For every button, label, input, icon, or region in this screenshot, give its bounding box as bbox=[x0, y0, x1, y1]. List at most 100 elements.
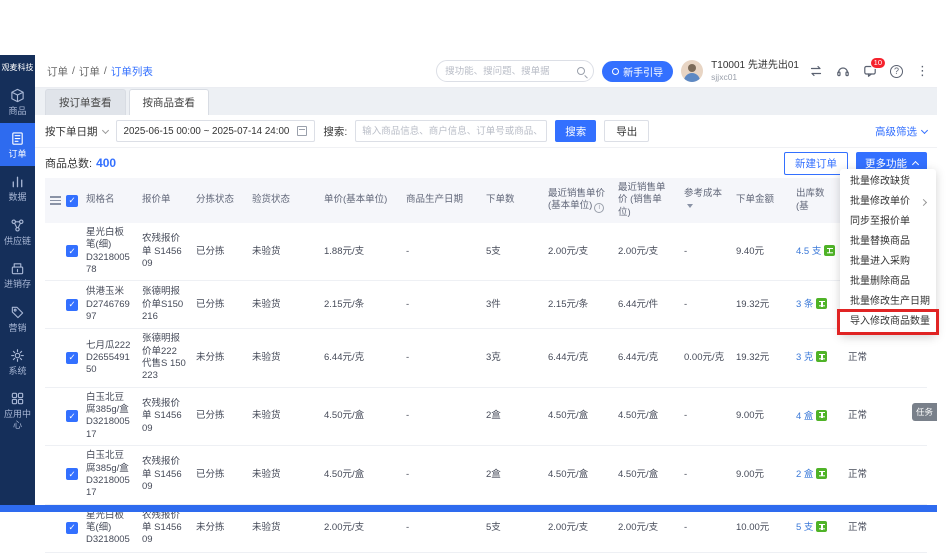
export-button[interactable]: 导出 bbox=[604, 120, 649, 142]
production-date: - bbox=[406, 410, 409, 421]
app-window: 观麦科技 商品 订单 数据 供应链 进销存 营销 系统 bbox=[0, 55, 937, 512]
spec-code: D321800517 bbox=[86, 416, 132, 441]
global-search[interactable] bbox=[436, 60, 594, 82]
row-checkbox[interactable] bbox=[66, 410, 78, 422]
menu-item-batch-modify-stockout[interactable]: 批量修改缺货 bbox=[840, 172, 936, 192]
message-icon[interactable]: 10 bbox=[863, 64, 877, 78]
sidebar: 观麦科技 商品 订单 数据 供应链 进销存 营销 系统 bbox=[0, 55, 35, 505]
order-quantity: 3克 bbox=[486, 352, 501, 363]
switch-account-icon[interactable] bbox=[809, 64, 823, 78]
sidebar-item-supply-chain[interactable]: 供应链 bbox=[0, 210, 35, 253]
date-range-value: 2025-06-15 00:00 ~ 2025-07-14 24:00 bbox=[124, 126, 290, 137]
search-button[interactable]: 搜索 bbox=[555, 120, 596, 142]
scale-icon[interactable] bbox=[816, 298, 827, 309]
outbound-qty-link[interactable]: 5 支 bbox=[796, 522, 813, 533]
sidebar-item-system[interactable]: 系统 bbox=[0, 340, 35, 383]
reference-cost: - bbox=[684, 522, 687, 533]
row-checkbox[interactable] bbox=[66, 522, 78, 534]
product-box-icon bbox=[10, 88, 25, 103]
column-settings-icon[interactable] bbox=[50, 196, 61, 205]
quote-name: 张德明报价单222代售S 150223 bbox=[142, 333, 186, 381]
date-type-dropdown[interactable]: 按下单日期 bbox=[45, 124, 108, 139]
quote-name: 农残报价单 S145609 bbox=[142, 456, 182, 492]
scale-icon[interactable] bbox=[816, 468, 827, 479]
beginner-guide-button[interactable]: 新手引导 bbox=[602, 61, 673, 82]
outbound-qty-link[interactable]: 2 盒 bbox=[796, 469, 813, 480]
user-avatar[interactable] bbox=[681, 60, 703, 82]
table-row: 白玉北豆腐385g/盒 D321800517 农残报价单 S145609 已分拣… bbox=[45, 446, 927, 504]
select-all-checkbox[interactable] bbox=[66, 195, 78, 207]
search-icon bbox=[577, 67, 585, 75]
tab-view-by-order[interactable]: 按订单查看 bbox=[45, 89, 126, 115]
brand-logo: 观麦科技 bbox=[1, 55, 35, 80]
sidebar-item-label: 系统 bbox=[8, 366, 26, 376]
row-checkbox[interactable] bbox=[66, 299, 78, 311]
inspection-status: 未验货 bbox=[252, 522, 281, 533]
gear-icon bbox=[10, 348, 25, 363]
tag-icon bbox=[10, 305, 25, 320]
user-account: sjjxc01 bbox=[711, 72, 799, 82]
row-checkbox[interactable] bbox=[66, 352, 78, 364]
unit-price: 2.15元/条 bbox=[324, 299, 364, 310]
sidebar-item-orders[interactable]: 订单 bbox=[0, 123, 35, 166]
sidebar-item-app-center[interactable]: 应用中心 bbox=[0, 383, 35, 437]
date-type-label: 按下单日期 bbox=[45, 124, 98, 139]
unit-price: 1.88元/支 bbox=[324, 246, 364, 257]
breadcrumb-item[interactable]: 订单 bbox=[47, 64, 68, 79]
outbound-qty-link[interactable]: 3 克 bbox=[796, 352, 813, 363]
breadcrumb-item[interactable]: 订单 bbox=[79, 64, 100, 79]
chevron-down-icon bbox=[101, 126, 108, 133]
spec-name: 星光白板笔(细) bbox=[86, 227, 124, 250]
spec-name: 星光白板笔(细) bbox=[86, 510, 124, 533]
outbound-qty-link[interactable]: 4 盒 bbox=[796, 411, 813, 422]
help-icon[interactable]: ? bbox=[890, 65, 903, 78]
more-options-icon[interactable]: ⋮ bbox=[916, 63, 929, 79]
sidebar-item-inventory[interactable]: 进销存 bbox=[0, 253, 35, 296]
sidebar-item-label: 订单 bbox=[8, 149, 26, 159]
sidebar-item-marketing[interactable]: 营销 bbox=[0, 297, 35, 340]
filter-caret-icon[interactable] bbox=[687, 204, 693, 208]
col-prod-date: 商品生产日期 bbox=[401, 178, 481, 223]
unit-price: 4.50元/盒 bbox=[324, 410, 364, 421]
sidebar-item-label: 营销 bbox=[8, 323, 26, 333]
table-row: 供港玉米 D274676997 张德明报价单S150216 已分拣 未验货 2.… bbox=[45, 281, 927, 329]
user-info[interactable]: T10001 先进先出01 sjjxc01 bbox=[711, 60, 799, 82]
col-spec-name: 规格名 bbox=[81, 178, 137, 223]
guide-icon bbox=[612, 68, 619, 75]
tab-view-by-product[interactable]: 按商品查看 bbox=[129, 89, 210, 115]
info-icon[interactable]: i bbox=[594, 203, 604, 213]
scale-icon[interactable] bbox=[824, 245, 835, 256]
filter-search-input[interactable] bbox=[355, 120, 547, 142]
order-quantity: 3件 bbox=[486, 299, 501, 310]
customer-service-icon[interactable] bbox=[836, 64, 850, 78]
advanced-filter-toggle[interactable]: 高级筛选 bbox=[875, 124, 927, 139]
menu-item-batch-to-purchase[interactable]: 批量进入采购 bbox=[840, 252, 936, 272]
row-checkbox[interactable] bbox=[66, 468, 78, 480]
production-date: - bbox=[406, 246, 409, 257]
scale-icon[interactable] bbox=[816, 351, 827, 362]
order-amount: 9.00元 bbox=[736, 410, 764, 421]
sidebar-item-data[interactable]: 数据 bbox=[0, 166, 35, 209]
menu-item-batch-modify-price[interactable]: 批量修改单价 bbox=[840, 192, 936, 212]
menu-item-batch-delete-product[interactable]: 批量删除商品 bbox=[840, 272, 936, 292]
reference-cost: - bbox=[684, 469, 687, 480]
reference-cost: - bbox=[684, 246, 687, 257]
menu-item-batch-replace-product[interactable]: 批量替换商品 bbox=[840, 232, 936, 252]
menu-item-label: 批量修改生产日期 bbox=[850, 292, 930, 312]
menu-item-sync-to-quote[interactable]: 同步至报价单 bbox=[840, 212, 936, 232]
global-search-input[interactable] bbox=[445, 66, 573, 77]
row-checkbox[interactable] bbox=[66, 245, 78, 257]
task-panel-tab[interactable]: 任务 bbox=[912, 403, 937, 421]
date-range-picker[interactable]: 2025-06-15 00:00 ~ 2025-07-14 24:00 bbox=[116, 120, 316, 142]
menu-item-batch-modify-production-date[interactable]: 批量修改生产日期 bbox=[840, 292, 936, 312]
spec-code: D321800578 bbox=[86, 252, 132, 277]
scale-icon[interactable] bbox=[816, 521, 827, 532]
outbound-qty-link[interactable]: 4.5 支 bbox=[796, 246, 821, 257]
menu-item-import-modify-quantity[interactable]: 导入修改商品数量 bbox=[840, 312, 936, 332]
new-order-button[interactable]: 新建订单 bbox=[784, 152, 848, 175]
sidebar-item-label: 商品 bbox=[8, 106, 26, 116]
sidebar-item-products[interactable]: 商品 bbox=[0, 80, 35, 123]
outbound-qty-link[interactable]: 3 条 bbox=[796, 299, 813, 310]
scale-icon[interactable] bbox=[816, 410, 827, 421]
chevron-up-icon bbox=[912, 160, 919, 167]
